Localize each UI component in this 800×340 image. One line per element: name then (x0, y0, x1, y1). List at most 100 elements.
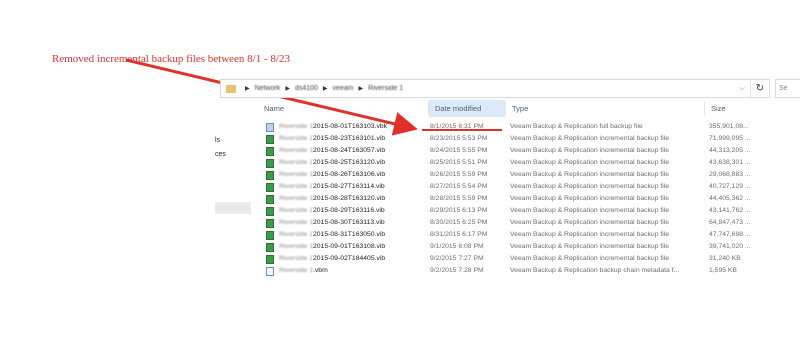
file-type: Veeam Backup & Replication incremental b… (510, 243, 670, 250)
file-row[interactable]: Riverside 12015-08-01T163103.vbk 8/1/2015… (260, 121, 800, 133)
file-type: Veeam Backup & Replication incremental b… (510, 183, 670, 190)
file-date: 8/30/2015 6:25 PM (430, 219, 488, 226)
file-name: Riverside 12015-08-24T163057.vib (279, 145, 385, 157)
chevron-right-icon: ▶ (285, 86, 290, 92)
vib-file-icon (266, 231, 274, 240)
file-name-suffix: 2015-08-29T163116.vib (313, 207, 385, 214)
file-date: 8/26/2015 5:59 PM (430, 171, 488, 178)
file-row[interactable]: Riverside 12015-08-30T163113.vib 8/30/201… (260, 217, 800, 229)
file-type: Veeam Backup & Replication incremental b… (510, 219, 670, 226)
chevron-down-icon[interactable]: ⌵ (734, 85, 750, 93)
file-name-prefix: Riverside 1 (279, 171, 313, 178)
file-name: Riverside 12015-09-02T184405.vib (279, 253, 385, 265)
file-date: 8/1/2015 6:31 PM (430, 123, 484, 130)
file-row[interactable]: Riverside 12015-08-31T163050.vib 8/31/201… (260, 229, 800, 241)
chevron-right-icon: ▶ (358, 86, 364, 92)
column-size[interactable]: Size (705, 100, 795, 117)
file-name: Riverside 12015-08-01T163103.vbk (279, 121, 387, 133)
file-type: Veeam Backup & Replication incremental b… (510, 255, 670, 262)
breadcrumb-share[interactable]: veeam (333, 85, 354, 92)
file-size: 44,405,362 ... (709, 195, 751, 202)
file-name-suffix: 2015-08-31T163050.vib (313, 231, 386, 238)
file-name: Riverside 12015-08-28T163120.vib (279, 193, 385, 205)
file-row[interactable]: Riverside 12015-09-01T163108.vib 9/1/2015… (260, 241, 800, 253)
vib-file-icon (266, 171, 274, 180)
file-row[interactable]: Riverside 12015-08-26T163106.vib 8/26/201… (260, 169, 800, 181)
file-name: Riverside 12015-08-27T163114.vib (279, 181, 385, 193)
vbm-file-icon (266, 267, 274, 276)
refresh-icon[interactable]: ↻ (750, 80, 769, 97)
column-type[interactable]: Type (506, 100, 704, 117)
nav-item-selected[interactable] (215, 202, 251, 214)
file-type: Veeam Backup & Replication incremental b… (510, 147, 670, 154)
file-type: Veeam Backup & Replication incremental b… (510, 159, 670, 166)
file-size: 355,901,08... (709, 123, 749, 130)
file-row[interactable]: Riverside 1.vbm 9/2/2015 7:28 PM Veeam Bac… (260, 265, 800, 277)
file-row[interactable]: Riverside 12015-08-23T163101.vib 8/23/201… (260, 133, 800, 145)
file-date: 9/2/2015 7:27 PM (430, 255, 484, 262)
file-row[interactable]: Riverside 12015-08-25T163120.vib 8/25/201… (260, 157, 800, 169)
folder-icon (226, 84, 236, 93)
file-name-prefix: Riverside 1 (279, 195, 313, 202)
file-name-prefix: Riverside 1 (279, 159, 313, 166)
address-bar[interactable]: ▶ Network ▶ ds4100 ▶ veeam ▶ Riverside 1… (220, 79, 770, 98)
file-list: Riverside 12015-08-01T163103.vbk 8/1/2015… (260, 121, 800, 277)
chevron-right-icon: ▶ (245, 86, 250, 92)
file-name-suffix: .vbm (313, 267, 328, 274)
file-date: 8/27/2015 5:54 PM (430, 183, 488, 190)
file-name: Riverside 12015-09-01T163108.vib (279, 241, 385, 253)
file-size: 64,847,473 ... (709, 219, 751, 226)
column-name[interactable]: Name (258, 100, 428, 117)
file-name-suffix: 2015-08-24T163057.vib (313, 147, 386, 154)
annotation-underline (422, 129, 502, 131)
file-date: 9/1/2015 6:08 PM (430, 243, 484, 250)
vib-file-icon (266, 159, 274, 168)
file-row[interactable]: Riverside 12015-08-24T163057.vib 8/24/201… (260, 145, 800, 157)
file-name: Riverside 12015-08-30T163113.vib (279, 217, 385, 229)
file-row[interactable]: Riverside 12015-09-02T184405.vib 9/2/2015… (260, 253, 800, 265)
annotation-text: Removed incremental backup files between… (52, 53, 290, 65)
file-row[interactable]: Riverside 12015-08-28T163120.vib 8/28/201… (260, 193, 800, 205)
nav-item-fragment[interactable]: ces (215, 151, 226, 158)
breadcrumb-network[interactable]: Network (255, 85, 281, 92)
file-size: 71,999,095 ... (709, 135, 751, 142)
file-date: 8/25/2015 5:51 PM (430, 159, 488, 166)
file-name-suffix: 2015-08-01T163103.vbk (313, 123, 388, 130)
file-name: Riverside 12015-08-29T163116.vib (279, 205, 385, 217)
file-size: 39,741,020 ... (709, 243, 751, 250)
vib-file-icon (266, 183, 274, 192)
file-date: 8/29/2015 6:13 PM (430, 207, 488, 214)
file-name-prefix: Riverside 1 (279, 147, 313, 154)
file-date: 8/24/2015 5:55 PM (430, 147, 488, 154)
column-date-modified[interactable]: Date modified (429, 100, 505, 117)
file-date: 9/2/2015 7:28 PM (430, 267, 484, 274)
file-name: Riverside 12015-08-26T163106.vib (279, 169, 385, 181)
vib-file-icon (266, 195, 274, 204)
file-name-prefix: Riverside 1 (279, 219, 313, 226)
file-name-suffix: 2015-09-02T184405.vib (313, 255, 386, 262)
file-name-prefix: Riverside 1 (279, 267, 313, 274)
vib-file-icon (266, 207, 274, 216)
vib-file-icon (266, 243, 274, 252)
file-name: Riverside 12015-08-31T163050.vib (279, 229, 385, 241)
file-name-suffix: 2015-08-28T163120.vib (313, 195, 386, 202)
file-name-prefix: Riverside 1 (279, 135, 313, 142)
file-date: 8/23/2015 5:53 PM (430, 135, 488, 142)
file-type: Veeam Backup & Replication incremental b… (510, 195, 670, 202)
file-row[interactable]: Riverside 12015-08-27T163114.vib 8/27/201… (260, 181, 800, 193)
file-size: 44,313,205 ... (709, 147, 751, 154)
breadcrumb-folder[interactable]: Riverside 1 (368, 85, 403, 92)
file-type: Veeam Backup & Replication incremental b… (510, 207, 670, 214)
file-row[interactable]: Riverside 12015-08-29T163116.vib 8/29/201… (260, 205, 800, 217)
file-type: Veeam Backup & Replication full backup f… (510, 123, 643, 130)
breadcrumb-server[interactable]: ds4100 (295, 85, 318, 92)
column-header: Name Date modified Type Size (258, 100, 800, 117)
file-date: 8/31/2015 6:17 PM (430, 231, 488, 238)
file-name-suffix: 2015-08-27T163114.vib (313, 183, 385, 190)
file-name-prefix: Riverside 1 (279, 231, 313, 238)
search-input[interactable]: Se (775, 79, 800, 98)
nav-item-fragment[interactable]: ls (215, 137, 220, 144)
file-name-suffix: 2015-08-23T163101.vib (313, 135, 386, 142)
file-size: 29,068,883 ... (709, 171, 751, 178)
file-type: Veeam Backup & Replication incremental b… (510, 171, 670, 178)
